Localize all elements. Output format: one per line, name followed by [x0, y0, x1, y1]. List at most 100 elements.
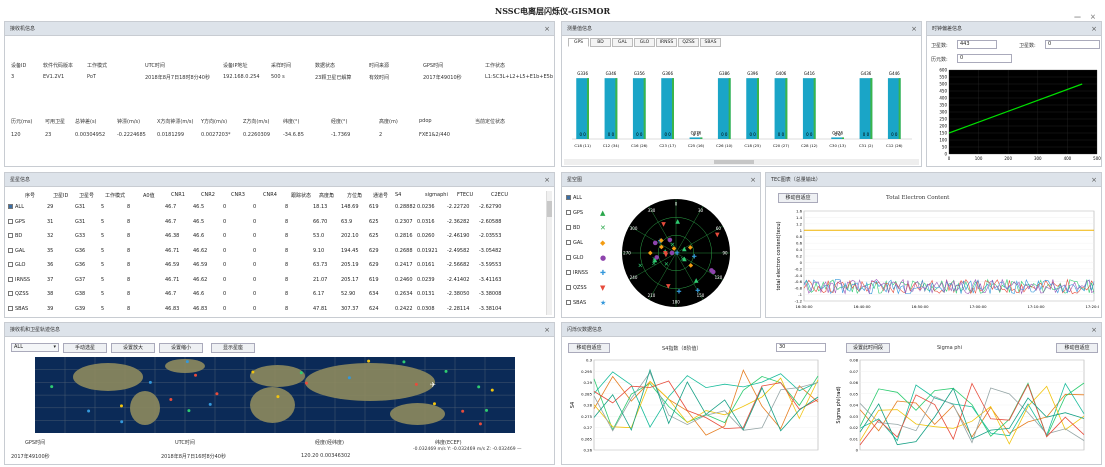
y-tick-label: 0.3: [586, 358, 593, 363]
checkbox[interactable]: [566, 300, 571, 305]
row-checkbox[interactable]: GAL: [8, 247, 25, 254]
sky-filter-glo[interactable]: GLO: [566, 255, 583, 261]
close-icon[interactable]: ×: [1091, 22, 1097, 36]
checkbox[interactable]: [566, 240, 571, 245]
checkbox[interactable]: [8, 276, 13, 282]
table-cell: G31: [75, 204, 86, 210]
table-cell: 202.10: [341, 233, 359, 239]
s4-adapt-button[interactable]: 移动自适应: [568, 343, 610, 353]
x-tick-label: C16 (26): [631, 143, 648, 148]
sky-filter-irnss[interactable]: IRNSS: [566, 270, 588, 276]
checkbox[interactable]: [566, 270, 571, 275]
landmass: [250, 387, 295, 423]
map-button-2[interactable]: 设置缩小: [159, 343, 203, 353]
table-cell: 0.01921: [417, 247, 438, 254]
checkbox[interactable]: [8, 291, 13, 296]
clock-field-b[interactable]: 0: [1045, 40, 1100, 49]
row-checkbox[interactable]: GPS: [8, 218, 25, 225]
table-cell: 0: [253, 233, 257, 239]
set-time-window-button[interactable]: 设置此时间段: [846, 343, 890, 353]
table-cell: 46.5: [193, 204, 205, 210]
table-cell: 0: [253, 247, 257, 254]
constellation-marker-icon: ✚: [600, 269, 606, 277]
checkbox[interactable]: [566, 255, 571, 260]
table-header-row: 序号 卫星ID 卫星号 工作模式 A0值 CNR1 CNR2 CNR3 CNR4 跟踪状态 高度角 方…: [5, 190, 554, 202]
checkbox[interactable]: [8, 218, 13, 224]
close-icon[interactable]: ×: [750, 173, 756, 187]
y-tick-label: 1.4: [796, 215, 803, 220]
tec-adapt-button[interactable]: 移动自适应: [778, 193, 818, 203]
close-icon[interactable]: ×: [911, 22, 917, 36]
constellation-marker-icon: ▲: [600, 209, 606, 217]
checkbox[interactable]: [8, 247, 13, 253]
checkbox[interactable]: [566, 210, 571, 215]
checkbox[interactable]: [8, 262, 13, 267]
checkbox[interactable]: [566, 195, 571, 200]
map-button-1[interactable]: 设置放大: [111, 343, 155, 353]
row-checkbox[interactable]: BD: [8, 233, 22, 239]
device-field-label: X方向钟漂(m/s): [157, 119, 194, 125]
y-tick-label: 0.295: [581, 369, 592, 374]
row-checkbox[interactable]: ALL: [8, 204, 24, 210]
panel-header: 测量值信息 ×: [562, 22, 921, 36]
sky-filter-gal[interactable]: GAL: [566, 240, 583, 246]
x-tick-label: C20 (27): [773, 143, 790, 148]
sky-filter-gps[interactable]: GPS: [566, 210, 583, 216]
tab-qzss[interactable]: QZSS: [678, 38, 699, 47]
checkbox[interactable]: [8, 233, 13, 238]
close-icon[interactable]: ×: [544, 323, 550, 337]
table-cell: G36: [75, 247, 86, 254]
sky-filter-all[interactable]: ALL: [566, 195, 582, 201]
satellite-position: [50, 385, 54, 389]
tab-sbas[interactable]: SBAS: [700, 38, 721, 47]
x-tick-label: C12 (34): [603, 143, 620, 148]
checkbox[interactable]: [8, 305, 13, 311]
sky-filter-sbas[interactable]: SBAS: [566, 300, 586, 306]
row-checkbox[interactable]: SBAS: [8, 305, 28, 312]
clock-field-a[interactable]: 443: [957, 40, 997, 49]
clock-field-c[interactable]: 0: [957, 54, 1012, 63]
map-button-3[interactable]: 显示星座: [211, 343, 255, 353]
close-icon[interactable]: ×: [1091, 323, 1097, 337]
row-checkbox[interactable]: IRNSS: [8, 276, 30, 283]
scrollbar-thumb[interactable]: [547, 201, 552, 217]
checkbox[interactable]: [566, 285, 571, 290]
map-button-0[interactable]: 手动选星: [63, 343, 107, 353]
tab-glo[interactable]: GLO: [634, 38, 655, 47]
y-tick-label: 0: [856, 448, 859, 453]
column-header: 方位角: [347, 193, 363, 199]
device-field-label: Y方向(m/s): [201, 119, 228, 125]
device-field-label: 可用卫星: [45, 119, 66, 125]
table-scrollbar[interactable]: [546, 191, 552, 315]
table-cell: 5: [101, 218, 105, 225]
table-cell: 148.69: [341, 204, 359, 210]
table-cell: 0.2422: [395, 305, 413, 312]
sky-filter-bd[interactable]: BD: [566, 225, 580, 231]
checkbox[interactable]: [8, 204, 13, 209]
sky-filter-qzss[interactable]: QZSS: [566, 285, 587, 291]
tab-gps[interactable]: GPS: [568, 38, 589, 47]
tab-gal[interactable]: GAL: [612, 38, 633, 47]
close-icon[interactable]: ×: [1091, 173, 1097, 187]
row-checkbox[interactable]: GLO: [8, 262, 25, 268]
constellation-marker-icon: ★: [600, 299, 607, 307]
signal-bar-edge: [587, 78, 589, 139]
table-cell: 0: [253, 291, 257, 297]
sigma-adapt-button[interactable]: 移动自适应: [1056, 343, 1098, 353]
table-cell: 6.17: [313, 291, 325, 297]
row-checkbox[interactable]: QZSS: [8, 291, 29, 297]
tab-bd[interactable]: BD: [590, 38, 611, 47]
checkbox[interactable]: [566, 225, 571, 230]
table-cell: 0.0308: [417, 305, 435, 312]
close-icon[interactable]: ×: [544, 173, 550, 187]
satellite-position: [208, 402, 212, 406]
tab-irnss[interactable]: IRNSS: [656, 38, 677, 47]
y-tick-label: 600: [939, 68, 947, 73]
constellation-select[interactable]: ALL ▾: [11, 343, 59, 352]
satellite-position: [485, 408, 489, 412]
close-icon[interactable]: ×: [544, 22, 550, 36]
satellite-marker: ▼: [715, 231, 720, 238]
device-field-label: 数据状态: [315, 63, 336, 69]
time-window-input[interactable]: 30: [776, 343, 826, 352]
world-map[interactable]: ✈: [35, 357, 515, 433]
